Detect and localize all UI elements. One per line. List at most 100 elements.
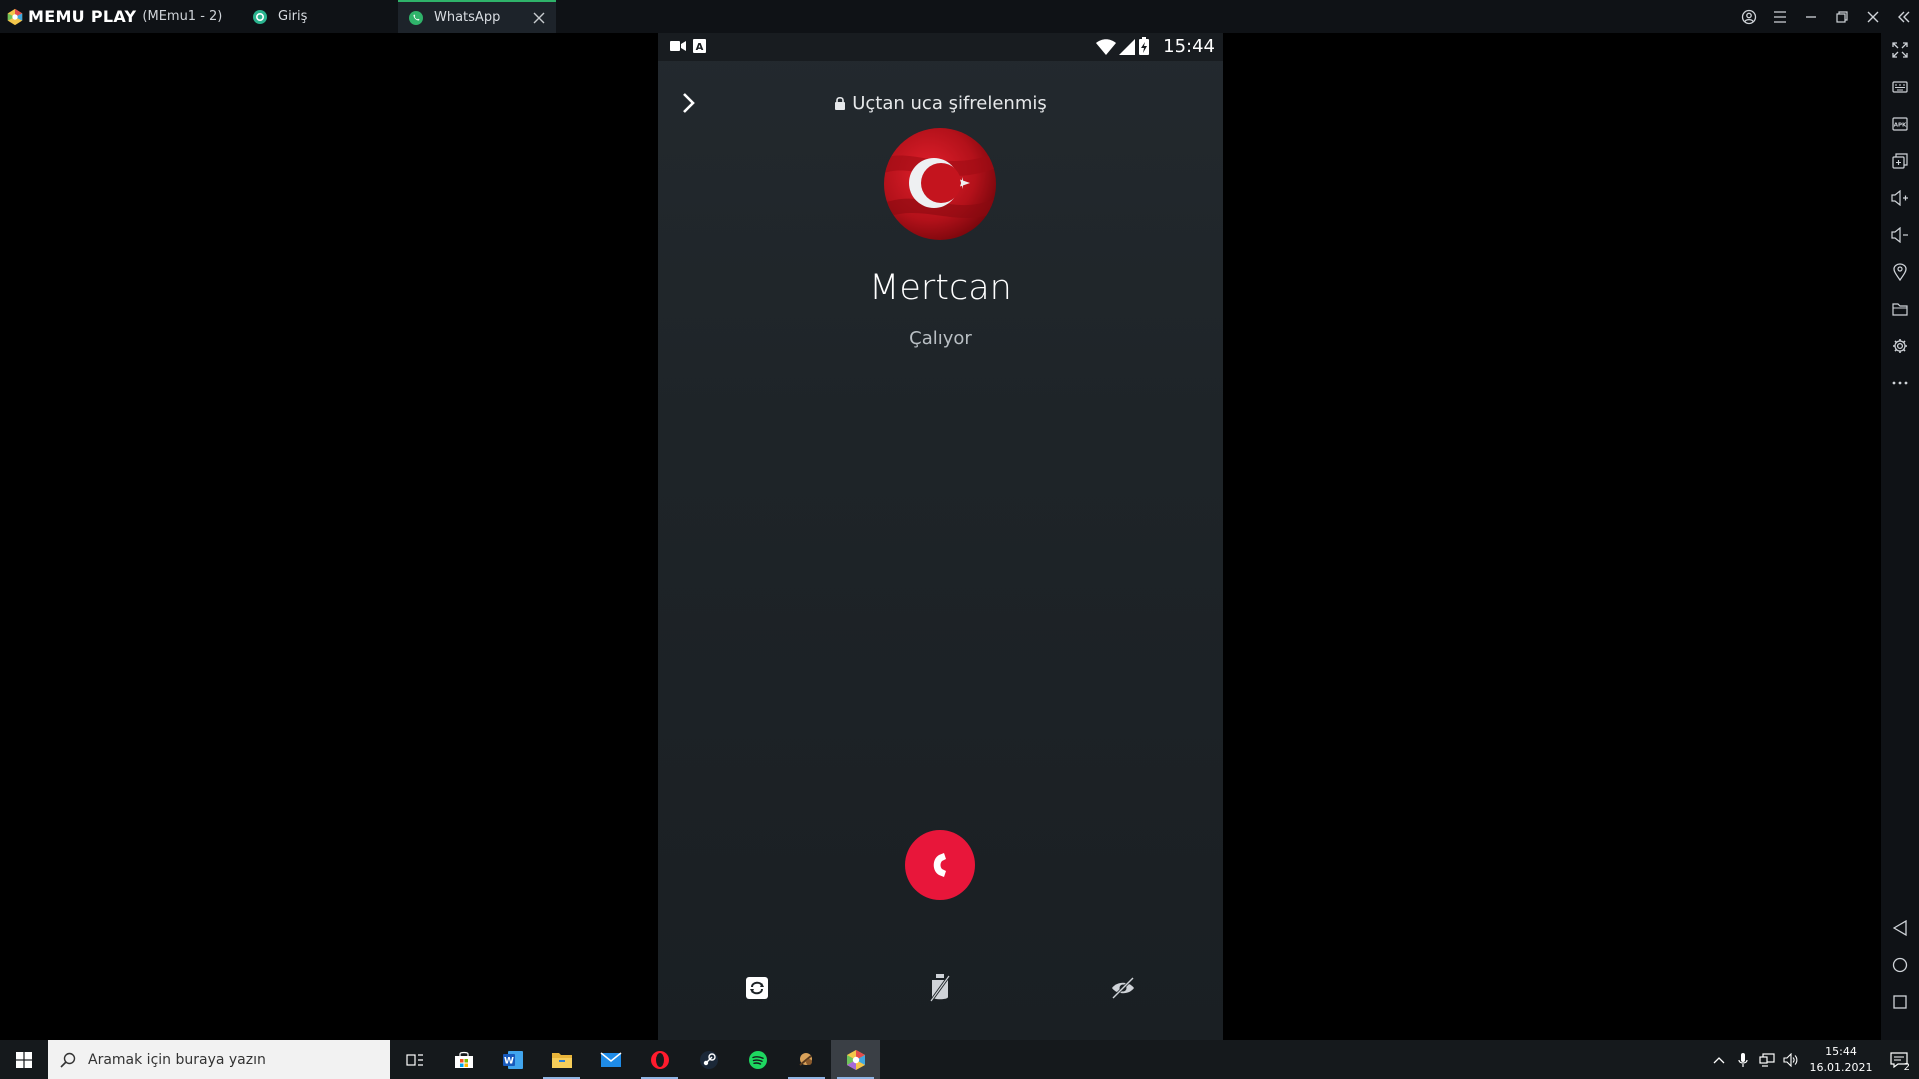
taskbar-search-input[interactable]: Aramak için buraya yazın [48, 1040, 390, 1079]
tab-giris-label: Giriş [278, 9, 308, 24]
call-actions [658, 968, 1223, 1018]
volume-down-button[interactable] [1881, 220, 1919, 250]
location-icon [1893, 263, 1907, 281]
call-header: Uçtan uca şifrelenmiş [658, 83, 1223, 123]
end-call-button[interactable] [905, 830, 975, 900]
more-button[interactable] [1881, 368, 1919, 398]
install-apk-button[interactable]: APK [1881, 109, 1919, 139]
search-placeholder: Aramak için buraya yazın [88, 1051, 266, 1068]
spotify-app[interactable] [733, 1040, 782, 1079]
microphone-tray-button[interactable] [1731, 1040, 1755, 1079]
steam-app[interactable] [684, 1040, 733, 1079]
fullscreen-icon [1892, 42, 1908, 58]
desktop: MEMU PLAY (MEmu1 - 2) Giriş WhatsApp A 1… [0, 0, 1919, 1079]
microsoft-store-icon [454, 1051, 473, 1068]
tab-whatsapp-label: WhatsApp [434, 10, 501, 25]
action-center-button[interactable]: 2 [1879, 1040, 1919, 1079]
network-tray-button[interactable] [1755, 1040, 1779, 1079]
whatsapp-icon [409, 10, 423, 25]
close-tab-icon[interactable] [532, 11, 546, 25]
android-home-button[interactable] [1881, 950, 1919, 980]
status-time: 15:44 [1163, 36, 1215, 57]
mute-microphone-icon [929, 974, 951, 1002]
location-button[interactable] [1881, 257, 1919, 287]
multi-instance-icon [1892, 153, 1908, 169]
brand-name: MEMU PLAY [28, 7, 137, 26]
microphone-icon [1738, 1052, 1748, 1067]
folder-icon [1892, 303, 1908, 316]
android-back-button[interactable] [1881, 913, 1919, 943]
shared-folder-button[interactable] [1881, 294, 1919, 324]
game-app[interactable] [782, 1040, 831, 1079]
tab-whatsapp[interactable]: WhatsApp [398, 0, 556, 33]
switch-camera-icon [746, 977, 768, 999]
opera-app[interactable] [635, 1040, 684, 1079]
volume-up-icon [1891, 190, 1908, 206]
memu-app-icon [846, 1049, 865, 1070]
android-recents-button[interactable] [1881, 987, 1919, 1017]
video-off-icon [1111, 976, 1135, 1000]
phone-hangup-icon [933, 853, 946, 877]
double-chevron-left-icon [1897, 11, 1909, 22]
memu-titlebar: MEMU PLAY (MEmu1 - 2) Giriş WhatsApp [0, 0, 1919, 33]
word-icon: W [502, 1050, 523, 1069]
encryption-label: Uçtan uca şifrelenmiş [658, 93, 1223, 114]
menu-button[interactable] [1764, 0, 1795, 33]
keyboard-mapping-button[interactable] [1881, 72, 1919, 102]
contact-avatar[interactable] [884, 128, 996, 240]
collapse-toolbar-button[interactable] [1888, 0, 1919, 33]
spotify-icon [748, 1050, 767, 1069]
android-screen: A 15:44 Uçtan uca şifrelenmiş Mertcan Ça… [658, 33, 1223, 1040]
file-explorer-app[interactable] [537, 1040, 586, 1079]
game-launcher-icon [798, 1052, 812, 1066]
mute-button[interactable] [920, 968, 960, 1008]
keyboard-icon [1892, 81, 1908, 93]
keyboard-status-icon: A [693, 39, 706, 53]
multi-instance-button[interactable] [1881, 146, 1919, 176]
clock-date: 16.01.2021 [1809, 1060, 1873, 1074]
mail-icon [600, 1051, 621, 1067]
word-app[interactable]: W [488, 1040, 537, 1079]
taskbar-clock[interactable]: 15:44 16.01.2021 [1803, 1044, 1879, 1076]
notification-count: 2 [1903, 1062, 1910, 1073]
steam-icon [699, 1050, 718, 1069]
fullscreen-button[interactable] [1881, 35, 1919, 65]
video-off-button[interactable] [1103, 968, 1143, 1008]
speaker-icon [1783, 1052, 1798, 1067]
account-button[interactable] [1733, 0, 1764, 33]
svg-text:A: A [696, 42, 704, 53]
encryption-text: Uçtan uca şifrelenmiş [852, 93, 1047, 114]
start-button[interactable] [0, 1040, 48, 1079]
task-view-button[interactable] [390, 1040, 439, 1079]
hamburger-icon [1773, 10, 1786, 23]
system-tray: 15:44 16.01.2021 2 [1707, 1040, 1919, 1079]
battery-charging-icon [1139, 37, 1149, 55]
show-hidden-icons-button[interactable] [1707, 1040, 1731, 1079]
call-status: Çalıyor [909, 328, 972, 349]
signal-icon [1119, 39, 1135, 55]
svg-text:W: W [504, 1056, 514, 1066]
folder-explorer-icon [551, 1052, 572, 1068]
restore-icon [1835, 10, 1848, 23]
lock-icon [835, 96, 846, 110]
minimize-button[interactable] [1795, 0, 1826, 33]
restore-button[interactable] [1826, 0, 1857, 33]
android-statusbar: A 15:44 [658, 33, 1223, 61]
apk-icon: APK [1892, 117, 1908, 131]
close-button[interactable] [1857, 0, 1888, 33]
store-app[interactable] [439, 1040, 488, 1079]
svg-text:APK: APK [1894, 123, 1907, 129]
volume-up-button[interactable] [1881, 183, 1919, 213]
settings-button[interactable] [1881, 331, 1919, 361]
mail-app[interactable] [586, 1040, 635, 1079]
volume-tray-button[interactable] [1779, 1040, 1803, 1079]
memu-brand: MEMU PLAY (MEmu1 - 2) [0, 0, 242, 33]
window-controls [1733, 0, 1919, 33]
tab-giris[interactable]: Giriş [242, 0, 398, 33]
close-icon [1867, 11, 1878, 22]
task-view-icon [405, 1053, 423, 1066]
turkish-flag-avatar-icon [884, 128, 996, 240]
switch-camera-button[interactable] [737, 968, 777, 1008]
memu-taskbar-app[interactable] [831, 1040, 880, 1079]
home-icon [1892, 957, 1908, 973]
